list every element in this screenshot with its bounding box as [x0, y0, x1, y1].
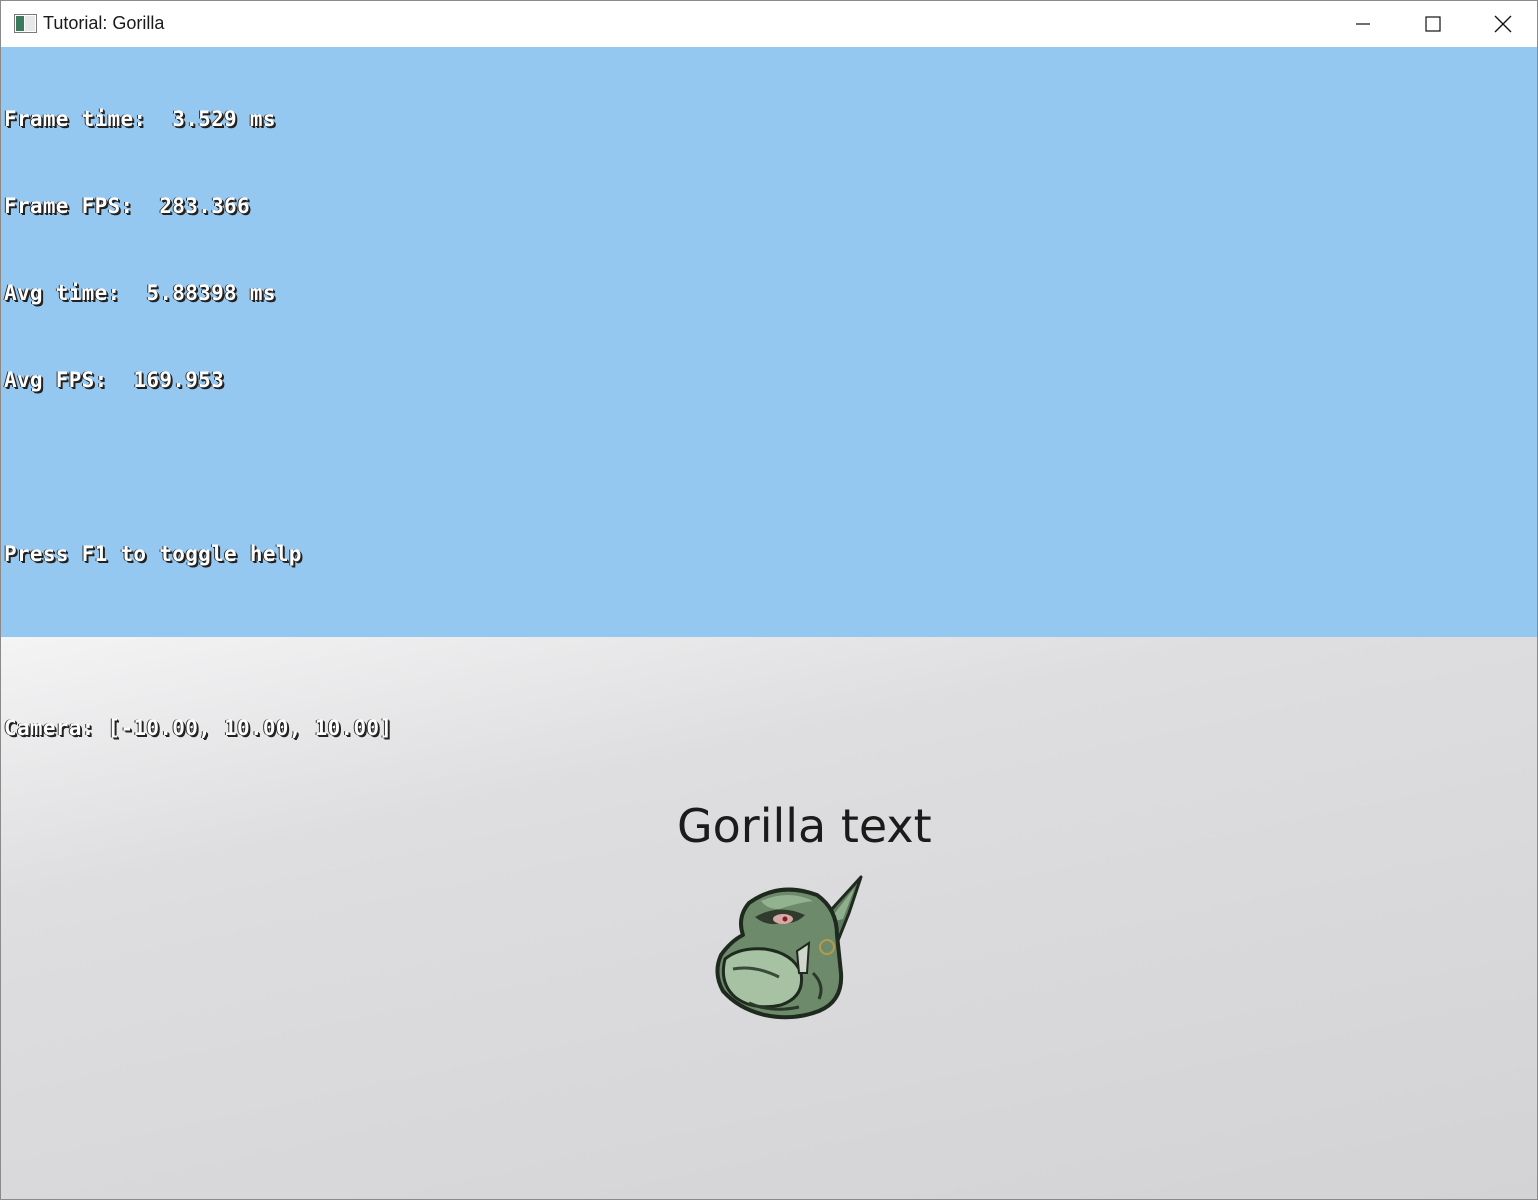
minimize-button[interactable] [1328, 1, 1398, 47]
maximize-icon [1425, 16, 1441, 32]
maximize-button[interactable] [1398, 1, 1468, 47]
title-bar[interactable]: Tutorial: Gorilla [1, 1, 1537, 47]
help-hint: Press F1 to toggle help [4, 542, 302, 566]
avg-time-readout: Avg time: 5.88398 ms [4, 281, 276, 305]
gorilla-text-label: Gorilla text [677, 799, 932, 853]
camera-readout: Camera: [-10.00, 10.00, 10.00] [4, 716, 393, 740]
app-window: Tutorial: Gorilla Frame time: 3.529 ms F… [0, 0, 1538, 1200]
frame-fps-readout: Frame FPS: 283.366 [4, 194, 250, 218]
debug-overlay: Frame time: 3.529 ms Frame FPS: 283.366 … [4, 47, 392, 801]
frame-time-readout: Frame time: 3.529 ms [4, 107, 276, 131]
app-icon [14, 14, 37, 33]
render-viewport[interactable]: Frame time: 3.529 ms Frame FPS: 283.366 … [1, 47, 1537, 1199]
goblin-head-icon [709, 873, 869, 1023]
avg-fps-readout: Avg FPS: 169.953 [4, 368, 225, 392]
window-title: Tutorial: Gorilla [43, 13, 165, 33]
close-button[interactable] [1468, 1, 1538, 47]
close-icon [1494, 15, 1512, 33]
minimize-icon [1356, 23, 1370, 25]
